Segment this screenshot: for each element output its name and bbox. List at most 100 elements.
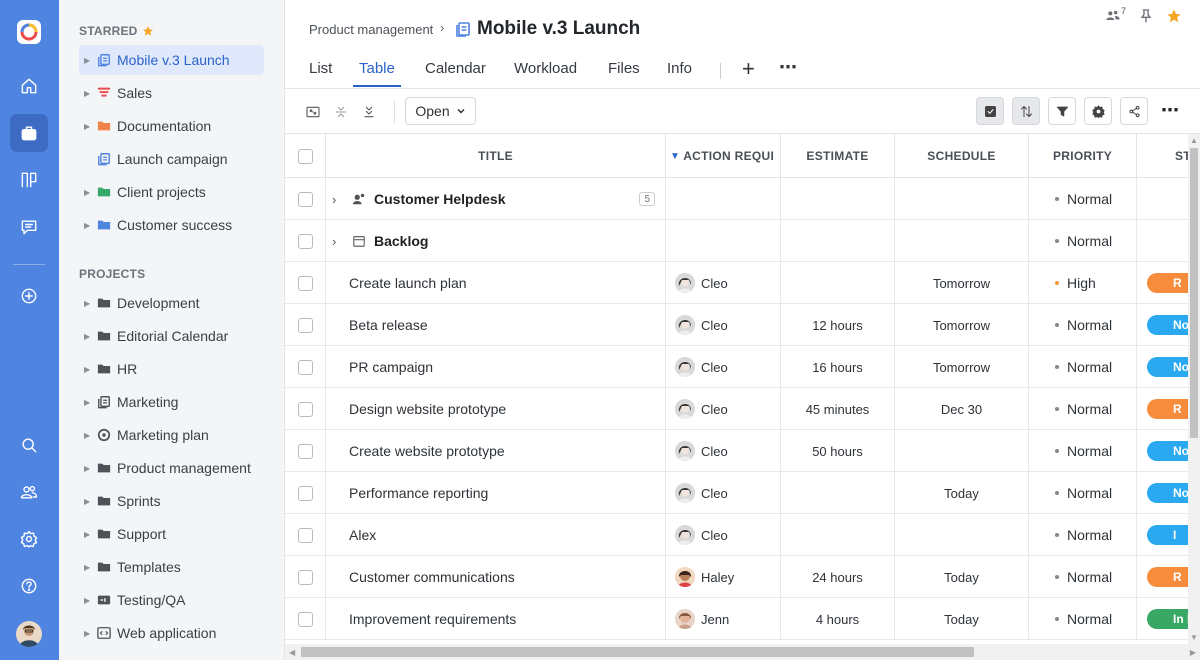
schedule-cell[interactable]: Tomorrow [895, 346, 1029, 388]
sidebar-item-web-application[interactable]: ▶ Web application [79, 618, 264, 648]
expand-caret-icon[interactable]: ▶ [84, 398, 94, 407]
status-cell[interactable]: R [1137, 556, 1188, 598]
sidebar-item-client-projects[interactable]: ▶ Client projects [79, 177, 264, 207]
home-icon[interactable] [10, 67, 48, 105]
sidebar-item-marketing-plan[interactable]: ▶ Marketing plan [79, 420, 264, 450]
estimate-cell[interactable] [781, 178, 895, 220]
group-row[interactable]: › Customer Helpdesk 5 Normal [285, 178, 1188, 220]
table-settings-button[interactable] [1084, 97, 1112, 125]
estimate-cell[interactable] [781, 262, 895, 304]
estimate-cell[interactable] [781, 220, 895, 262]
assignee-cell[interactable]: Cleo [666, 472, 781, 514]
sidebar-item-launch-campaign[interactable]: Launch campaign [79, 144, 264, 174]
col-schedule[interactable]: SCHEDULE [895, 134, 1029, 178]
status-cell[interactable]: Not [1137, 430, 1188, 472]
schedule-cell[interactable]: Tomorrow [895, 304, 1029, 346]
help-icon[interactable] [10, 567, 48, 605]
assignee-cell[interactable]: Cleo [666, 304, 781, 346]
estimate-cell[interactable] [781, 472, 895, 514]
assignee-cell[interactable]: Cleo [666, 514, 781, 556]
col-priority[interactable]: PRIORITY [1029, 134, 1137, 178]
title-cell[interactable]: Improvement requirements [326, 598, 666, 640]
expand-caret-icon[interactable]: ▶ [84, 563, 94, 572]
priority-cell[interactable]: Normal [1029, 556, 1137, 598]
users-icon[interactable] [10, 473, 48, 511]
title-cell[interactable]: Alex [326, 514, 666, 556]
filter-button[interactable] [1048, 97, 1076, 125]
row-checkbox[interactable] [298, 611, 313, 627]
schedule-cell[interactable] [895, 514, 1029, 556]
sidebar-item-templates[interactable]: ▶ Templates [79, 552, 264, 582]
expand-chevron-icon[interactable]: › [332, 234, 344, 249]
task-row[interactable]: Beta release Cleo 12 hours Tomorrow Normal No… [285, 304, 1188, 346]
status-cell[interactable]: I [1137, 514, 1188, 556]
horizontal-scroll-thumb[interactable] [301, 647, 974, 657]
task-row[interactable]: Design website prototype Cleo 45 minutes De… [285, 388, 1188, 430]
title-cell[interactable]: Create website prototype [326, 430, 666, 472]
schedule-cell[interactable]: Today [895, 598, 1029, 640]
task-row[interactable]: Alex Cleo Normal I [285, 514, 1188, 556]
col-estimate[interactable]: ESTIMATE [781, 134, 895, 178]
expand-caret-icon[interactable]: ▶ [84, 629, 94, 638]
user-avatar[interactable] [16, 621, 42, 647]
search-icon[interactable] [10, 426, 48, 464]
action-cell[interactable] [666, 220, 781, 262]
assignee-cell[interactable]: Haley [666, 556, 781, 598]
estimate-cell[interactable]: 24 hours [781, 556, 895, 598]
expand-caret-icon[interactable]: ▶ [84, 530, 94, 539]
task-row[interactable]: Performance reporting Cleo Today Normal Not [285, 472, 1188, 514]
title-cell[interactable]: Performance reporting [326, 472, 666, 514]
sidebar-item-product-management[interactable]: ▶ Product management [79, 453, 264, 483]
action-cell[interactable] [666, 178, 781, 220]
sidebar-item-documentation[interactable]: ▶ Documentation [79, 111, 264, 141]
assignee-cell[interactable]: Cleo [666, 388, 781, 430]
row-checkbox[interactable] [298, 233, 313, 249]
settings-icon[interactable] [10, 520, 48, 558]
schedule-cell[interactable] [895, 220, 1029, 262]
estimate-cell[interactable]: 16 hours [781, 346, 895, 388]
schedule-cell[interactable] [895, 430, 1029, 472]
add-icon[interactable] [10, 277, 48, 315]
sidebar-item-development[interactable]: ▶ Development [79, 288, 264, 318]
priority-cell[interactable]: Normal [1029, 430, 1137, 472]
more-tabs-icon[interactable]: ⋯ [779, 58, 797, 76]
priority-cell[interactable]: Normal [1029, 178, 1137, 220]
group-row[interactable]: › Backlog Normal [285, 220, 1188, 262]
row-checkbox[interactable] [298, 317, 313, 333]
assignee-cell[interactable]: Cleo [666, 430, 781, 472]
expand-caret-icon[interactable]: ▶ [84, 464, 94, 473]
tab-table[interactable]: Table [353, 60, 401, 87]
expand-caret-icon[interactable]: ▶ [84, 596, 94, 605]
row-checkbox[interactable] [298, 359, 313, 375]
priority-cell[interactable]: Normal [1029, 388, 1137, 430]
status-cell[interactable]: In P [1137, 598, 1188, 640]
status-cell[interactable]: Not [1137, 346, 1188, 388]
task-row[interactable]: Create website prototype Cleo 50 hours Norm… [285, 430, 1188, 472]
sort-button[interactable] [1012, 97, 1040, 125]
expand-caret-icon[interactable]: ▶ [84, 122, 94, 131]
row-checkbox[interactable] [298, 527, 313, 543]
scroll-down-icon[interactable]: ▼ [1190, 633, 1198, 642]
expand-view-icon[interactable] [300, 99, 326, 125]
sidebar-item-sprints[interactable]: ▶ Sprints [79, 486, 264, 516]
sidebar-item-marketing[interactable]: ▶ Marketing [79, 387, 264, 417]
estimate-cell[interactable] [781, 514, 895, 556]
title-cell[interactable]: Customer communications [326, 556, 666, 598]
expand-caret-icon[interactable]: ▶ [84, 332, 94, 341]
col-action-required[interactable]: ▼ ACTION REQUI [666, 134, 781, 178]
breadcrumb[interactable]: Product management [309, 22, 433, 37]
tab-list[interactable]: List [309, 60, 332, 85]
estimate-cell[interactable]: 45 minutes [781, 388, 895, 430]
sidebar-item-editorial-calendar[interactable]: ▶ Editorial Calendar [79, 321, 264, 351]
priority-cell[interactable]: Normal [1029, 598, 1137, 640]
priority-cell[interactable]: Normal [1029, 514, 1137, 556]
collapse-all-icon[interactable] [328, 99, 354, 125]
board-icon[interactable] [10, 161, 48, 199]
sidebar-item-testing-qa[interactable]: ▶ Testing/QA [79, 585, 264, 615]
estimate-cell[interactable]: 12 hours [781, 304, 895, 346]
show-completed-toggle[interactable] [976, 97, 1004, 125]
priority-cell[interactable]: Normal [1029, 220, 1137, 262]
members-button[interactable]: 7 [1105, 6, 1126, 24]
schedule-cell[interactable]: Today [895, 556, 1029, 598]
col-title[interactable]: TITLE [326, 134, 666, 178]
